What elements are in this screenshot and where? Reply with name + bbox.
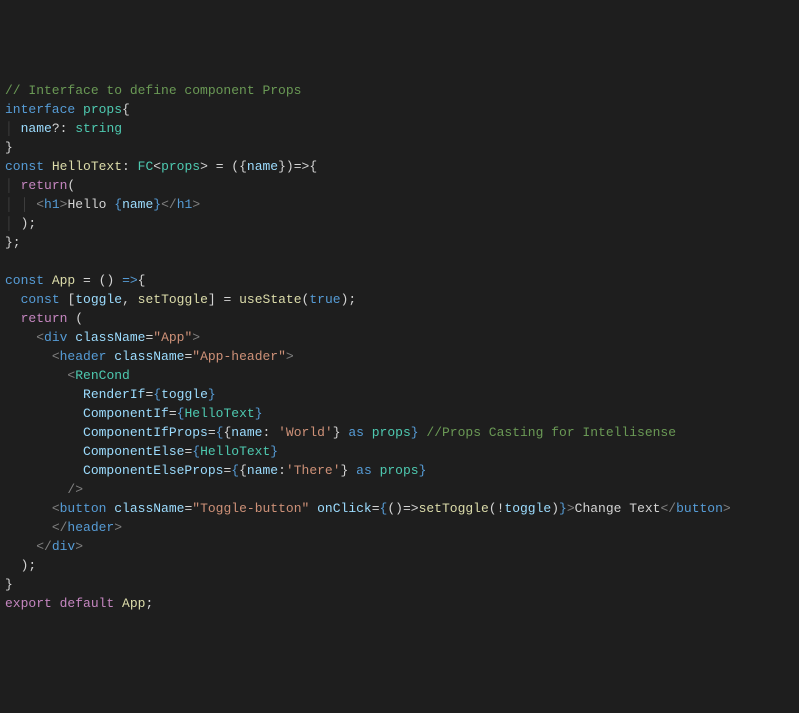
function: HelloText [52,159,122,174]
comment: //Props Casting for Intellisense [426,425,676,440]
code-line: │ return( [5,176,794,195]
code-line [5,252,794,271]
code-line: ); [5,556,794,575]
keyword: const [5,159,44,174]
code-line: ComponentIf={HelloText} [5,404,794,423]
type: props [83,102,122,117]
variable: toggle [161,387,208,402]
type: string [75,121,122,136]
keyword: return [21,178,68,193]
code-editor: // Interface to define component Props in… [5,81,794,613]
text: Hello [67,197,114,212]
text: Change Text [575,501,661,516]
string: 'World' [278,425,333,440]
code-line: <header className="App-header"> [5,347,794,366]
type: HelloText [184,406,254,421]
keyword: as [348,425,364,440]
code-line: const [toggle, setToggle] = useState(tru… [5,290,794,309]
html-tag: button [60,501,107,516]
code-line: <div className="App"> [5,328,794,347]
attr: ComponentIfProps [83,425,208,440]
function: setToggle [419,501,489,516]
code-line: │ ); [5,214,794,233]
string: "App-header" [192,349,286,364]
code-line: export default App; [5,594,794,613]
code-line: ComponentElse={HelloText} [5,442,794,461]
string: "App" [153,330,192,345]
attr: className [114,349,184,364]
keyword: const [21,292,60,307]
keyword: as [356,463,372,478]
variable: name [247,463,278,478]
code-line: /> [5,480,794,499]
code-line: │ name?: string [5,119,794,138]
code-line: ComponentElseProps={{name:'There'} as pr… [5,461,794,480]
attr: ComponentElse [83,444,184,459]
function: useState [239,292,301,307]
keyword: true [309,292,340,307]
code-line: const App = () =>{ [5,271,794,290]
function: App [122,596,145,611]
type: FC [138,159,154,174]
function: App [52,273,75,288]
type: props [372,425,411,440]
code-line: <RenCond [5,366,794,385]
html-tag: div [44,330,67,345]
code-line: <button className="Toggle-button" onClic… [5,499,794,518]
code-line: </header> [5,518,794,537]
variable: name [231,425,262,440]
keyword: default [60,596,115,611]
attr: ComponentIf [83,406,169,421]
keyword: return [21,311,68,326]
component: RenCond [75,368,130,383]
type: props [380,463,419,478]
type: props [161,159,200,174]
attr: onClick [317,501,372,516]
html-tag: button [676,501,723,516]
html-tag: div [52,539,75,554]
variable: toggle [504,501,551,516]
code-line: const HelloText: FC<props> = ({name})=>{ [5,157,794,176]
function: setToggle [138,292,208,307]
html-tag: header [60,349,107,364]
html-tag: h1 [177,197,193,212]
variable: name [122,197,153,212]
keyword: const [5,273,44,288]
attr: className [75,330,145,345]
type: HelloText [200,444,270,459]
attr: className [114,501,184,516]
html-tag: h1 [44,197,60,212]
string: "Toggle-button" [192,501,309,516]
code-line: } [5,138,794,157]
code-line: interface props{ [5,100,794,119]
attr: RenderIf [83,387,145,402]
code-line: ComponentIfProps={{name: 'World'} as pro… [5,423,794,442]
code-line: </div> [5,537,794,556]
code-line: │ │ <h1>Hello {name}</h1> [5,195,794,214]
variable: name [247,159,278,174]
comment: // Interface to define component Props [5,83,301,98]
html-tag: header [67,520,114,535]
variable: name [21,121,52,136]
code-line: return ( [5,309,794,328]
attr: ComponentElseProps [83,463,223,478]
code-line: // Interface to define component Props [5,81,794,100]
string: 'There' [286,463,341,478]
variable: toggle [75,292,122,307]
code-line: } [5,575,794,594]
code-line: }; [5,233,794,252]
keyword: export [5,596,52,611]
code-line: RenderIf={toggle} [5,385,794,404]
keyword: interface [5,102,75,117]
